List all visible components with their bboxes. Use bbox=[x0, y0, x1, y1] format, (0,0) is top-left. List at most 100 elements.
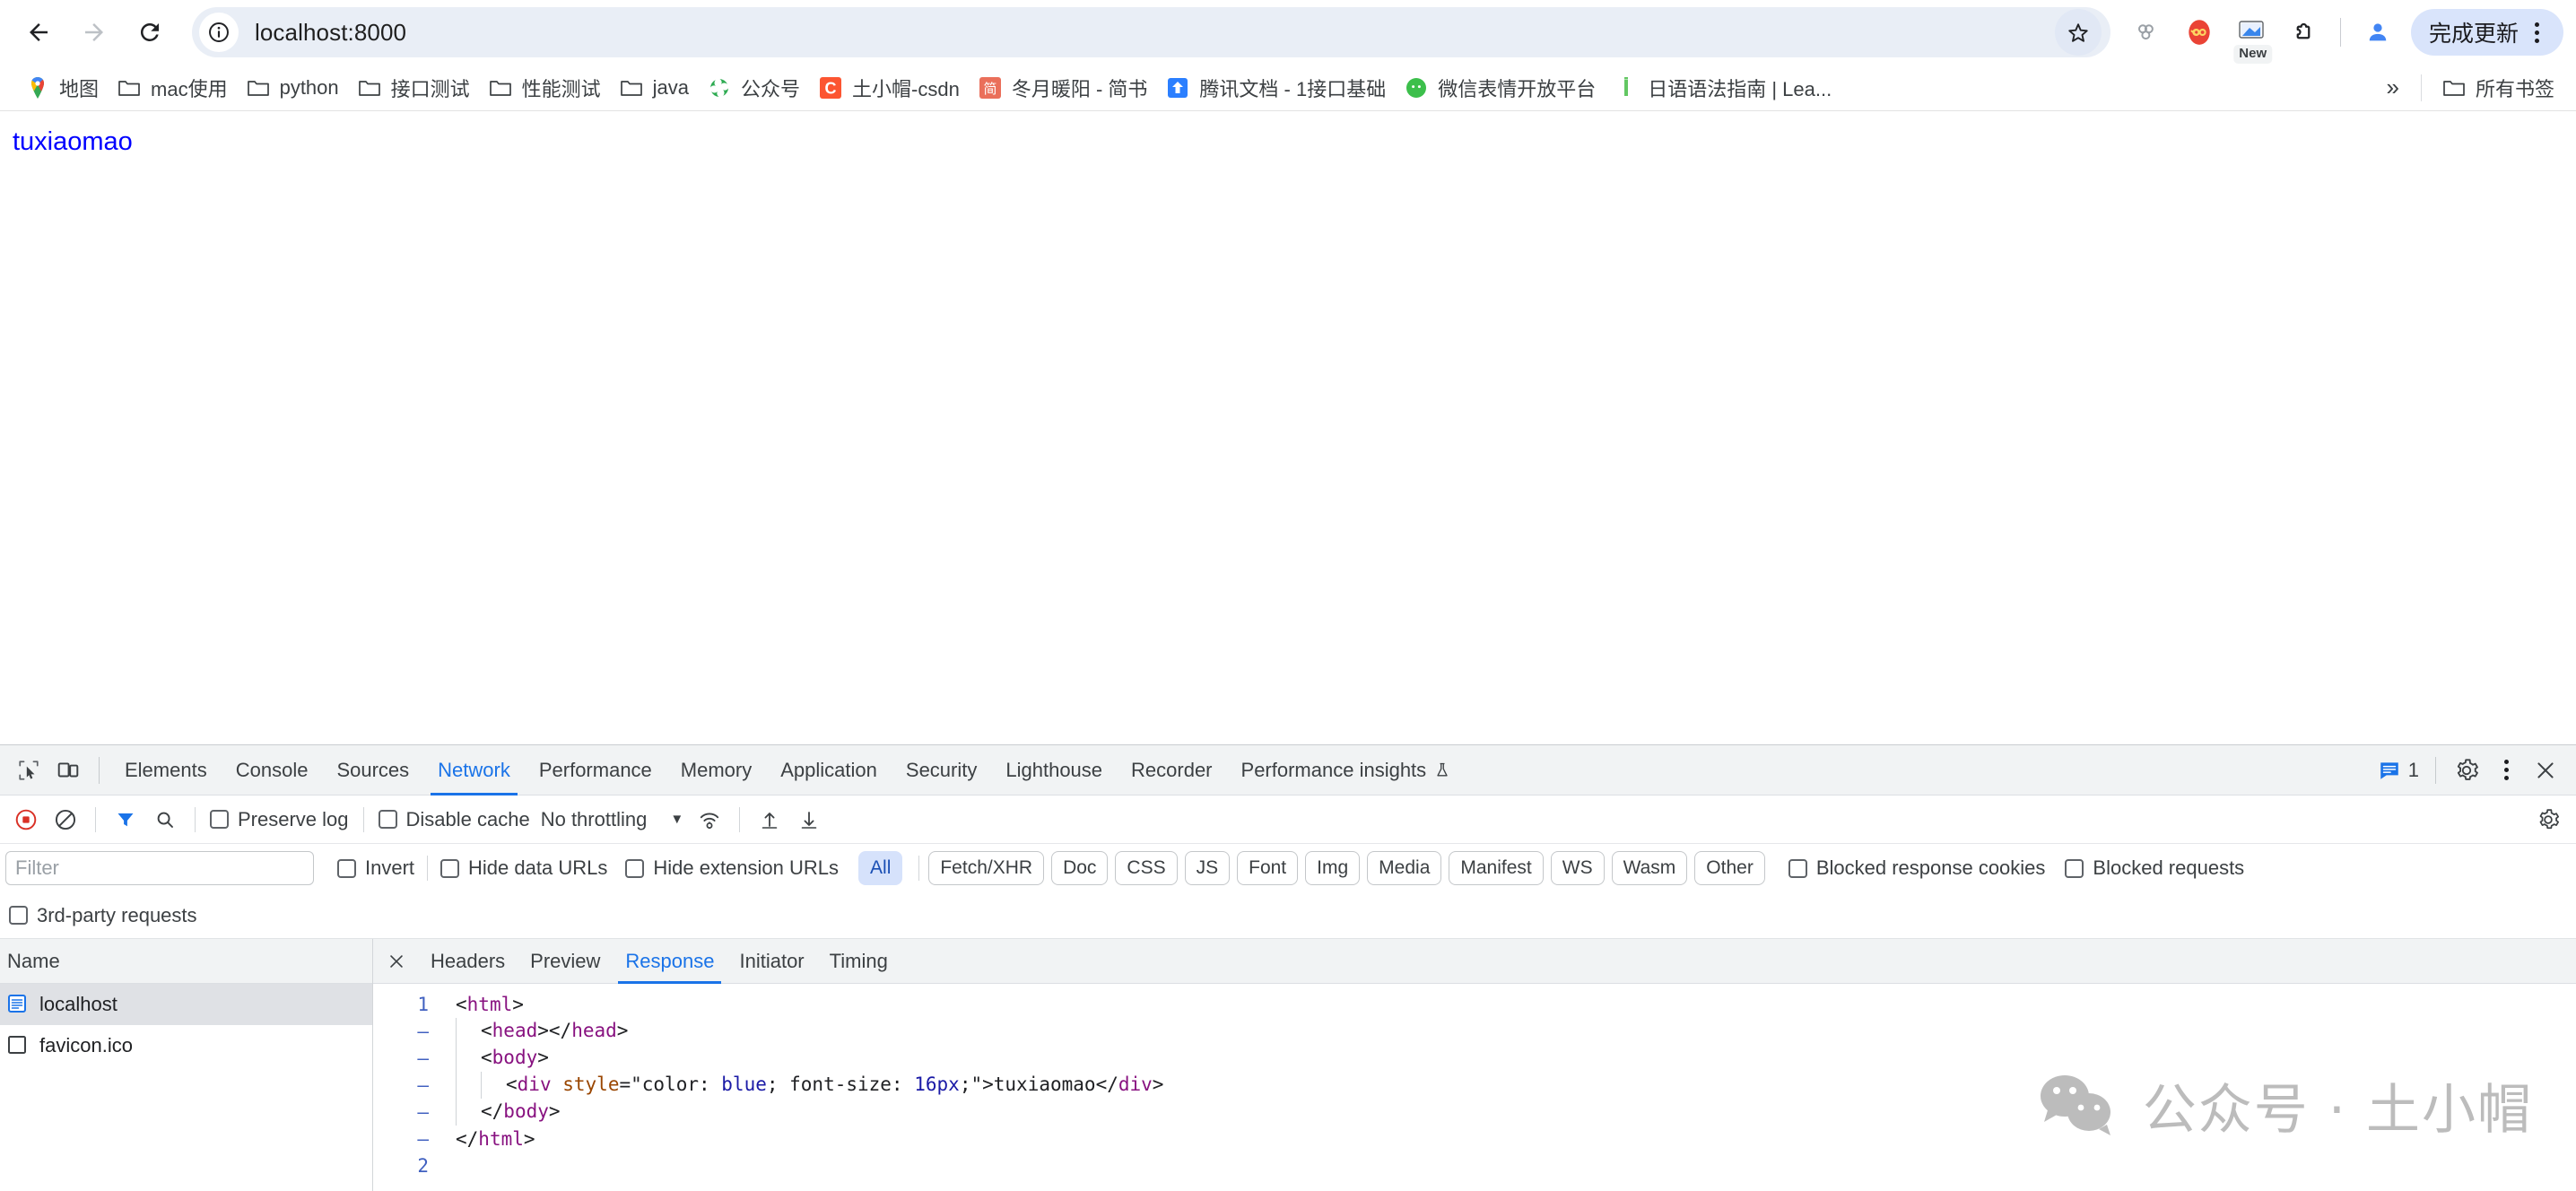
site-info-button[interactable] bbox=[199, 13, 239, 52]
bookmark-star-button[interactable] bbox=[2054, 9, 2102, 56]
devtools-close-button[interactable] bbox=[2526, 751, 2565, 790]
close-detail-button[interactable] bbox=[379, 943, 414, 979]
subtab-response[interactable]: Response bbox=[613, 939, 727, 984]
extensions-button[interactable] bbox=[2279, 8, 2328, 57]
profile-button[interactable] bbox=[2354, 8, 2402, 57]
address-bar[interactable]: localhost:8000 bbox=[192, 7, 2110, 57]
preserve-log-checkbox[interactable]: Preserve log bbox=[206, 808, 352, 831]
inspect-element-button[interactable] bbox=[9, 751, 48, 790]
tab-performance[interactable]: Performance bbox=[525, 745, 666, 795]
device-toolbar-button[interactable] bbox=[48, 751, 88, 790]
back-button[interactable] bbox=[13, 6, 65, 58]
bookmark-folder-api-test[interactable]: 接口测试 bbox=[348, 69, 479, 107]
hide-extension-urls-checkbox[interactable]: Hide extension URLs bbox=[622, 856, 842, 880]
request-list-header: Name bbox=[0, 939, 372, 984]
chip-media[interactable]: Media bbox=[1367, 850, 1442, 886]
filter-toggle-button[interactable] bbox=[107, 801, 144, 839]
filter-input[interactable] bbox=[5, 851, 314, 885]
infinity-extension-button[interactable] bbox=[2175, 8, 2224, 57]
tencent-docs-icon bbox=[1165, 75, 1190, 100]
message-count-button[interactable]: 1 bbox=[2372, 759, 2424, 782]
blocked-requests-checkbox[interactable]: Blocked requests bbox=[2061, 856, 2248, 880]
third-party-requests-checkbox[interactable]: 3rd-party requests bbox=[5, 904, 201, 927]
bookmark-label: mac使用 bbox=[151, 77, 228, 100]
export-har-button[interactable] bbox=[790, 801, 828, 839]
bookmark-item-wechat-emoji[interactable]: 微信表情开放平台 bbox=[1395, 69, 1605, 107]
chip-other[interactable]: Other bbox=[1694, 850, 1765, 886]
subtab-timing[interactable]: Timing bbox=[817, 939, 901, 984]
tab-recorder[interactable]: Recorder bbox=[1117, 745, 1226, 795]
tab-network[interactable]: Network bbox=[423, 745, 525, 795]
bookmark-item-gongzhonghao[interactable]: 公众号 bbox=[698, 69, 809, 107]
close-icon bbox=[2537, 761, 2554, 778]
chip-font[interactable]: Font bbox=[1237, 850, 1299, 886]
code-text: <body> bbox=[429, 1045, 549, 1072]
blocked-response-cookies-checkbox[interactable]: Blocked response cookies bbox=[1785, 856, 2049, 880]
bookmark-item-tencent-docs[interactable]: 腾讯文档 - 1接口基础 bbox=[1156, 69, 1395, 107]
code-token: > bbox=[982, 1074, 994, 1095]
table-row[interactable]: favicon.ico bbox=[0, 1025, 372, 1066]
search-button[interactable] bbox=[146, 801, 184, 839]
tab-memory[interactable]: Memory bbox=[666, 745, 766, 795]
chip-img[interactable]: Img bbox=[1305, 850, 1361, 886]
extension-links-button[interactable] bbox=[2123, 8, 2171, 57]
import-har-button[interactable] bbox=[751, 801, 788, 839]
update-button[interactable]: 完成更新 bbox=[2410, 9, 2563, 56]
bookmark-item-maps[interactable]: 地图 bbox=[16, 69, 108, 107]
toolbar-divider-3 bbox=[362, 806, 364, 832]
screenshot-extension-button[interactable]: New bbox=[2227, 8, 2276, 64]
preserve-log-label: Preserve log bbox=[238, 807, 349, 830]
forward-button[interactable] bbox=[68, 6, 120, 58]
line-number: – bbox=[417, 1101, 429, 1123]
invert-checkbox[interactable]: Invert bbox=[334, 856, 418, 880]
clear-network-button[interactable] bbox=[47, 801, 84, 839]
green-bar-icon bbox=[1614, 75, 1639, 100]
all-bookmarks-button[interactable]: 所有书签 bbox=[2432, 69, 2563, 107]
three-dot-menu-icon[interactable] bbox=[2524, 22, 2549, 43]
bookmark-label: python bbox=[279, 75, 339, 99]
chip-js[interactable]: JS bbox=[1184, 850, 1231, 886]
tab-console[interactable]: Console bbox=[222, 745, 323, 795]
subtab-initiator[interactable]: Initiator bbox=[727, 939, 816, 984]
tab-lighthouse[interactable]: Lighthouse bbox=[991, 745, 1117, 795]
close-icon bbox=[390, 954, 403, 968]
chip-css[interactable]: CSS bbox=[1115, 850, 1178, 886]
chip-all[interactable]: All bbox=[858, 850, 903, 886]
code-text: </body> bbox=[429, 1099, 561, 1126]
code-token: </ bbox=[456, 1128, 479, 1150]
response-code-viewer[interactable]: 1 <html> – <head></head> – <body> – <div style=… bbox=[373, 984, 2576, 1191]
devtools-more-button[interactable] bbox=[2486, 751, 2526, 790]
chip-wasm[interactable]: Wasm bbox=[1611, 850, 1688, 886]
tab-elements[interactable]: Elements bbox=[110, 745, 222, 795]
bookmark-item-japanese-grammar[interactable]: 日语语法指南 | Lea... bbox=[1605, 69, 1841, 107]
bookmarks-overflow-button[interactable]: » bbox=[2376, 70, 2410, 105]
tab-application[interactable]: Application bbox=[766, 745, 892, 795]
bookmark-item-csdn[interactable]: C 土小帽-csdn bbox=[809, 69, 969, 107]
bookmark-item-jianshu[interactable]: 简 冬月暖阳 - 简书 bbox=[969, 69, 1157, 107]
chip-manifest[interactable]: Manifest bbox=[1449, 850, 1544, 886]
devtools-divider-right bbox=[2435, 756, 2436, 784]
tab-security[interactable]: Security bbox=[892, 745, 991, 795]
record-button[interactable] bbox=[7, 801, 45, 839]
tab-sources[interactable]: Sources bbox=[322, 745, 423, 795]
tab-performance-insights[interactable]: Performance insights bbox=[1227, 745, 1466, 795]
network-conditions-button[interactable] bbox=[691, 801, 728, 839]
table-row[interactable]: localhost bbox=[0, 984, 372, 1025]
bookmark-folder-python[interactable]: python bbox=[237, 71, 348, 105]
chip-ws[interactable]: WS bbox=[1550, 850, 1605, 886]
network-panes: Name localhost favicon.ico Headers Previ… bbox=[0, 939, 2576, 1191]
bookmark-folder-perf-test[interactable]: 性能测试 bbox=[479, 69, 610, 107]
devtools-settings-button[interactable] bbox=[2447, 751, 2486, 790]
bookmark-folder-mac[interactable]: mac使用 bbox=[108, 69, 237, 107]
hide-data-urls-checkbox[interactable]: Hide data URLs bbox=[437, 856, 611, 880]
line-number: 1 bbox=[417, 994, 429, 1015]
bookmark-folder-java[interactable]: java bbox=[610, 71, 698, 105]
subtab-preview[interactable]: Preview bbox=[518, 939, 613, 984]
throttling-select[interactable]: No throttling ▼ bbox=[535, 808, 689, 831]
reload-button[interactable] bbox=[124, 6, 176, 58]
chip-fetch-xhr[interactable]: Fetch/XHR bbox=[928, 850, 1045, 886]
network-settings-button[interactable] bbox=[2529, 801, 2567, 839]
disable-cache-checkbox[interactable]: Disable cache bbox=[375, 808, 534, 831]
subtab-headers[interactable]: Headers bbox=[418, 939, 518, 984]
chip-doc[interactable]: Doc bbox=[1051, 850, 1109, 886]
